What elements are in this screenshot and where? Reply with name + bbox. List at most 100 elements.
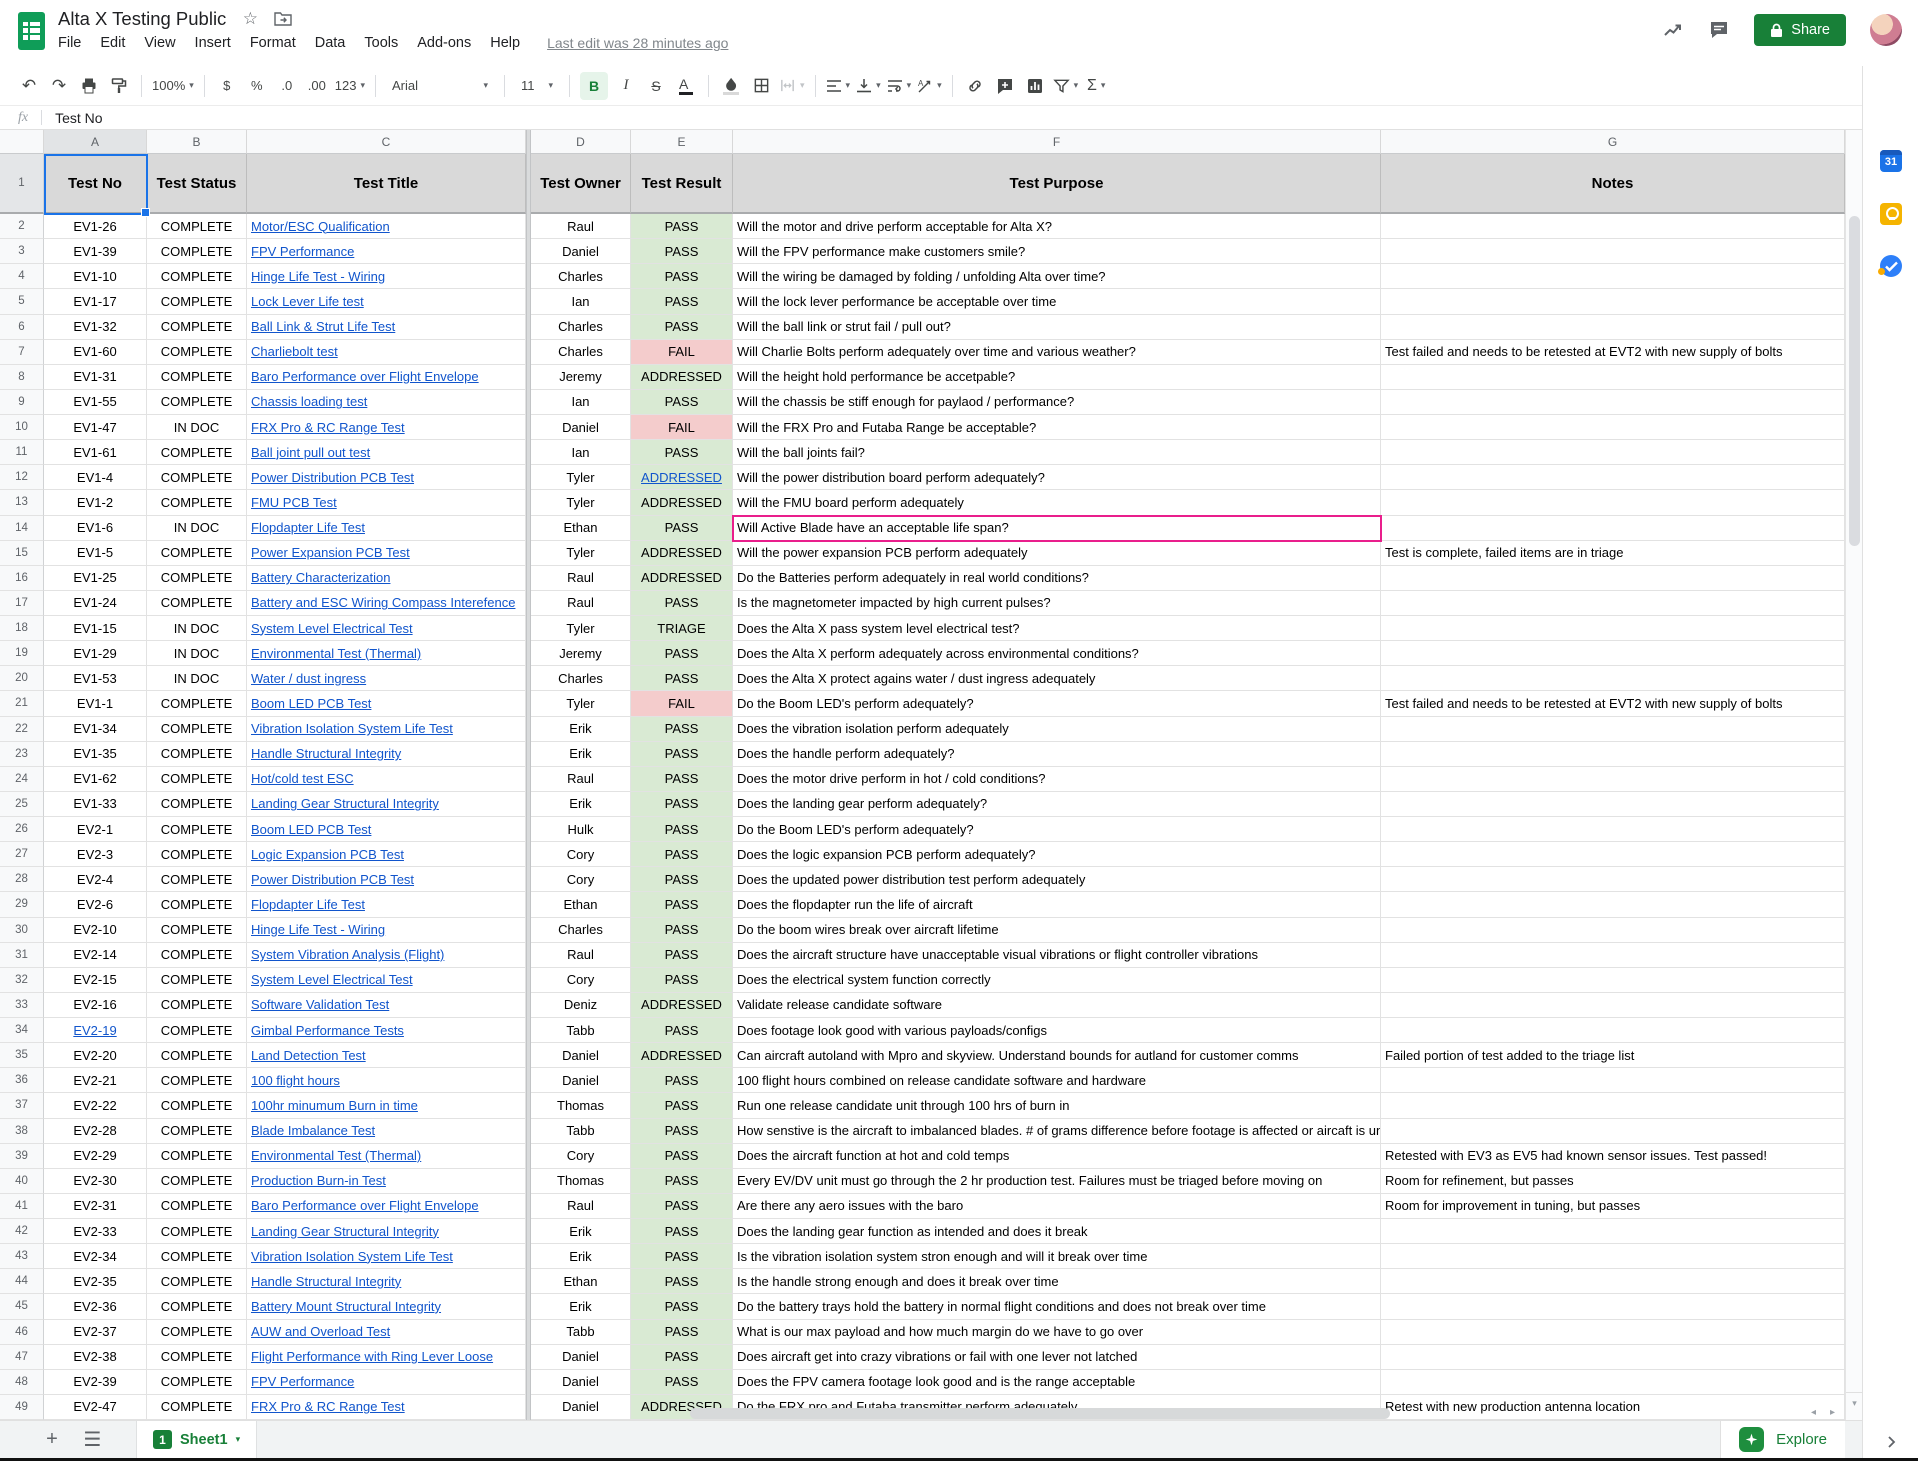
cell-test-no[interactable]: EV1-47 [44, 415, 147, 440]
test-title-link[interactable]: Ball Link & Strut Life Test [251, 319, 395, 334]
cell-test-owner[interactable]: Ian [531, 440, 631, 465]
cell-test-status[interactable]: COMPLETE [147, 440, 247, 465]
cell-notes[interactable] [1381, 943, 1845, 968]
cell-test-purpose[interactable]: Every EV/DV unit must go through the 2 h… [733, 1169, 1381, 1194]
cell-test-title[interactable]: Power Expansion PCB Test [247, 541, 526, 566]
cell-test-result[interactable]: PASS [631, 867, 733, 892]
cell-test-result[interactable]: PASS [631, 892, 733, 917]
cell-notes[interactable] [1381, 1119, 1845, 1144]
cell-test-no[interactable]: EV2-22 [44, 1093, 147, 1118]
cell-test-status[interactable]: COMPLETE [147, 465, 247, 490]
menu-help[interactable]: Help [490, 35, 520, 51]
cell-test-result[interactable]: PASS [631, 717, 733, 742]
cell-test-status[interactable]: COMPLETE [147, 968, 247, 993]
test-title-link[interactable]: Software Validation Test [251, 997, 389, 1012]
cell-header-test-status[interactable]: Test Status [147, 154, 247, 214]
cell-test-owner[interactable]: Cory [531, 842, 631, 867]
cell-test-result[interactable]: PASS [631, 842, 733, 867]
cell-test-owner[interactable]: Daniel [531, 1068, 631, 1093]
cell-notes[interactable] [1381, 1244, 1845, 1269]
calendar-icon[interactable]: 31 [1880, 150, 1902, 172]
cell-test-no[interactable]: EV1-61 [44, 440, 147, 465]
text-wrap-button[interactable]: ▾ [887, 72, 912, 100]
cell-test-owner[interactable]: Daniel [531, 1370, 631, 1395]
move-folder-icon[interactable] [274, 12, 292, 26]
cell-test-title[interactable]: Landing Gear Structural Integrity [247, 1219, 526, 1244]
format-currency-icon[interactable]: $ [215, 72, 239, 100]
test-title-link[interactable]: FRX Pro & RC Range Test [251, 420, 405, 435]
cell-test-title[interactable]: 100hr minumum Burn in time [247, 1093, 526, 1118]
menu-insert[interactable]: Insert [195, 35, 231, 51]
cell-test-status[interactable]: COMPLETE [147, 1320, 247, 1345]
cell-test-status[interactable]: COMPLETE [147, 490, 247, 515]
cell-test-owner[interactable]: Cory [531, 1144, 631, 1169]
last-edit-status[interactable]: Last edit was 28 minutes ago [547, 35, 728, 51]
cell-test-purpose[interactable]: Will the ball joints fail? [733, 440, 1381, 465]
cell-test-owner[interactable]: Tyler [531, 465, 631, 490]
cell-test-no[interactable]: EV2-31 [44, 1194, 147, 1219]
test-title-link[interactable]: Power Distribution PCB Test [251, 872, 414, 887]
cell-test-owner[interactable]: Ian [531, 289, 631, 314]
cell-test-title[interactable]: Environmental Test (Thermal) [247, 1144, 526, 1169]
row-header[interactable]: 28 [0, 867, 44, 892]
horizontal-align-button[interactable]: ▾ [826, 72, 851, 100]
cell-test-no[interactable]: EV1-33 [44, 792, 147, 817]
cell-test-purpose[interactable]: Will the ball link or strut fail / pull … [733, 315, 1381, 340]
cell-test-purpose[interactable]: Can aircraft autoland with Mpro and skyv… [733, 1043, 1381, 1068]
row-header[interactable]: 49 [0, 1395, 44, 1420]
cell-test-title[interactable]: Blade Imbalance Test [247, 1119, 526, 1144]
cell-test-purpose[interactable]: Will the FRX Pro and Futaba Range be acc… [733, 415, 1381, 440]
row-header[interactable]: 43 [0, 1244, 44, 1269]
cell-notes[interactable]: Test is complete, failed items are in tr… [1381, 541, 1845, 566]
cell-test-title[interactable]: Charliebolt test [247, 340, 526, 365]
cell-notes[interactable] [1381, 1093, 1845, 1118]
cell-test-purpose[interactable]: Does the landing gear function as intend… [733, 1219, 1381, 1244]
cell-test-no[interactable]: EV1-4 [44, 465, 147, 490]
test-title-link[interactable]: System Level Electrical Test [251, 972, 413, 987]
cell-test-owner[interactable]: Ian [531, 390, 631, 415]
cell-test-no[interactable]: EV2-21 [44, 1068, 147, 1093]
cell-test-no[interactable]: EV1-6 [44, 516, 147, 541]
test-title-link[interactable]: Chassis loading test [251, 394, 367, 409]
row-header[interactable]: 41 [0, 1194, 44, 1219]
test-title-link[interactable]: Logic Expansion PCB Test [251, 847, 404, 862]
row-header[interactable]: 14 [0, 516, 44, 541]
cell-test-result[interactable]: PASS [631, 214, 733, 239]
italic-button[interactable]: I [614, 72, 638, 100]
cell-test-purpose[interactable]: Are there any aero issues with the baro [733, 1194, 1381, 1219]
cell-test-result[interactable]: PASS [631, 1294, 733, 1319]
cell-test-status[interactable]: COMPLETE [147, 264, 247, 289]
cell-notes[interactable] [1381, 641, 1845, 666]
cell-test-result[interactable]: PASS [631, 1370, 733, 1395]
row-header[interactable]: 18 [0, 616, 44, 641]
cell-test-result[interactable]: PASS [631, 239, 733, 264]
functions-button[interactable]: Σ▾ [1084, 72, 1108, 100]
cell-test-owner[interactable]: Daniel [531, 1043, 631, 1068]
column-header-e[interactable]: E [631, 130, 733, 154]
cell-test-status[interactable]: COMPLETE [147, 591, 247, 616]
cell-notes[interactable] [1381, 1018, 1845, 1043]
cell-test-no[interactable]: EV2-15 [44, 968, 147, 993]
row-header[interactable]: 24 [0, 767, 44, 792]
cell-test-owner[interactable]: Tyler [531, 616, 631, 641]
trend-icon[interactable] [1662, 19, 1684, 41]
test-title-link[interactable]: Vibration Isolation System Life Test [251, 1249, 453, 1264]
cell-notes[interactable] [1381, 968, 1845, 993]
test-title-link[interactable]: Water / dust ingress [251, 671, 366, 686]
cell-test-no[interactable]: EV2-34 [44, 1244, 147, 1269]
row-header[interactable]: 33 [0, 993, 44, 1018]
cell-test-no[interactable]: EV1-32 [44, 315, 147, 340]
cell-test-purpose[interactable]: Does the Alta X pass system level electr… [733, 616, 1381, 641]
cell-test-title[interactable]: Baro Performance over Flight Envelope [247, 1194, 526, 1219]
more-formats-icon[interactable]: 123▾ [335, 72, 365, 100]
cell-test-title[interactable]: Landing Gear Structural Integrity [247, 792, 526, 817]
cell-test-title[interactable]: Land Detection Test [247, 1043, 526, 1068]
cell-test-result[interactable]: PASS [631, 792, 733, 817]
cell-test-title[interactable]: AUW and Overload Test [247, 1320, 526, 1345]
cell-test-owner[interactable]: Charles [531, 340, 631, 365]
row-header[interactable]: 29 [0, 892, 44, 917]
test-title-link[interactable]: Battery and ESC Wiring Compass Interefen… [251, 595, 515, 610]
insert-comment-icon[interactable] [993, 72, 1017, 100]
cell-notes[interactable] [1381, 1294, 1845, 1319]
font-select[interactable]: Arial▾ [386, 72, 494, 100]
